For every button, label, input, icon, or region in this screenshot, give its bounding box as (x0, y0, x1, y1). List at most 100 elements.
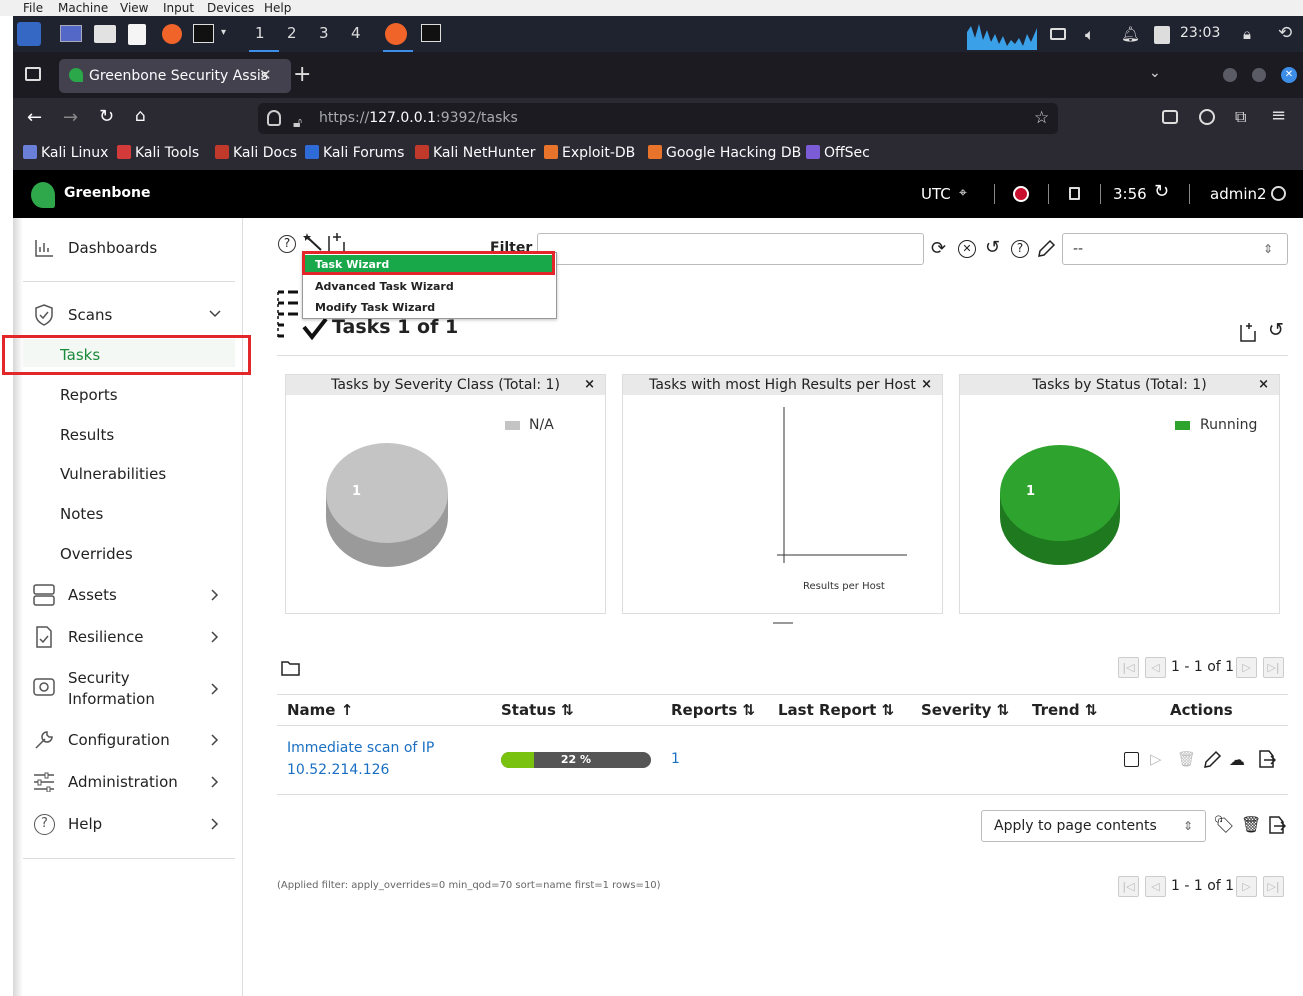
network-icon[interactable] (1050, 28, 1066, 40)
manual-icon[interactable] (1069, 187, 1080, 200)
nav-help[interactable]: Help (68, 815, 102, 833)
pager-prev-icon[interactable]: ◁ (1145, 876, 1166, 897)
menu-advanced-task-wizard[interactable]: Advanced Task Wizard (315, 280, 454, 293)
clear-filter-icon[interactable]: ✕ (958, 240, 976, 258)
tag-icon[interactable]: 🏷︎ (1213, 815, 1235, 835)
trash-icon[interactable]: 🗑︎ (1241, 815, 1261, 834)
refresh-session-icon[interactable]: ↻ (1154, 181, 1169, 202)
clipboard-icon[interactable] (1154, 26, 1170, 44)
nav-notes[interactable]: Notes (60, 505, 103, 523)
url-bar[interactable]: https://127.0.0.1:9392/tasks 🔓︎ ☆ (258, 103, 1058, 134)
workspace-2[interactable]: 2 (287, 24, 297, 42)
terminal-icon[interactable] (193, 24, 214, 43)
pager-first-icon[interactable]: |◁ (1118, 657, 1139, 678)
task-name-line1[interactable]: Immediate scan of IP (287, 740, 434, 756)
forward-arrow-icon[interactable]: → (63, 107, 78, 128)
bookmark-kali-forums[interactable]: Kali Forums (305, 145, 404, 161)
resume-task-icon[interactable]: ▷ (1150, 750, 1162, 768)
vm-menu-input[interactable]: Input (163, 0, 194, 16)
task-reports-count[interactable]: 1 (671, 751, 680, 767)
chevron-right-icon[interactable] (211, 683, 219, 695)
vm-menu-file[interactable]: File (23, 0, 43, 16)
col-reports[interactable]: Reports ⇅ (671, 701, 755, 719)
trash-icon[interactable]: 🗑︎ (1177, 750, 1196, 768)
lock-icon[interactable]: 🔒︎ (1243, 25, 1251, 43)
edit-filter-pencil-icon[interactable] (1037, 239, 1056, 258)
clone-sheep-icon[interactable]: ☁︎ (1229, 750, 1245, 769)
pager-first-icon[interactable]: |◁ (1118, 876, 1139, 897)
firefox-window-icon[interactable] (385, 23, 407, 45)
tab-close-icon[interactable]: ✕ (259, 66, 272, 84)
edit-pencil-icon[interactable] (1203, 750, 1222, 769)
back-arrow-icon[interactable]: ← (27, 107, 42, 128)
pager-next-icon[interactable]: ▷ (1236, 657, 1257, 678)
wizard-wand-icon[interactable] (303, 232, 323, 252)
export-icon[interactable] (1267, 815, 1286, 835)
col-severity[interactable]: Severity ⇅ (921, 701, 1009, 719)
bookmark-star-icon[interactable]: ☆ (1034, 103, 1049, 134)
col-trend[interactable]: Trend ⇅ (1032, 701, 1097, 719)
nav-resilience[interactable]: Resilience (68, 628, 144, 646)
nav-reports[interactable]: Reports (60, 386, 118, 404)
new-dashboard-icon[interactable] (1239, 322, 1257, 342)
bookmark-kali-tools[interactable]: Kali Tools (117, 145, 199, 161)
power-icon[interactable]: ⟲ (1278, 23, 1292, 43)
chevron-down-icon[interactable]: ▾ (221, 27, 226, 38)
col-name[interactable]: Name ↑ (287, 701, 353, 719)
window-close-icon[interactable]: ✕ (1281, 67, 1297, 83)
col-last-report[interactable]: Last Report ⇅ (778, 701, 894, 719)
pager-last-icon[interactable]: ▷| (1263, 657, 1284, 678)
close-icon[interactable]: × (921, 375, 932, 395)
nav-configuration[interactable]: Configuration (68, 731, 170, 749)
bookmark-offsec[interactable]: OffSec (806, 145, 870, 161)
reset-dashboard-icon[interactable]: ↺ (1268, 320, 1284, 340)
workspace-3[interactable]: 3 (319, 24, 329, 42)
shield-icon[interactable] (267, 110, 281, 126)
export-icon[interactable] (1257, 749, 1276, 769)
text-editor-icon[interactable] (128, 24, 146, 45)
terminal-window-icon[interactable] (421, 24, 441, 42)
vm-menu-help[interactable]: Help (264, 0, 291, 16)
location-pin-icon[interactable]: ⌖ (959, 185, 967, 201)
reset-filter-icon[interactable]: ↺ (985, 239, 1000, 257)
chevron-right-icon[interactable] (211, 818, 219, 830)
resize-handle[interactable] (773, 622, 793, 624)
taskbar-clock[interactable]: 23:03 (1180, 25, 1220, 41)
filter-help-icon[interactable]: ? (1011, 240, 1029, 258)
account-icon[interactable] (1199, 109, 1215, 125)
chevron-right-icon[interactable] (211, 631, 219, 643)
username[interactable]: admin2 (1210, 185, 1267, 203)
help-icon[interactable]: ? (278, 235, 296, 253)
workspace-1[interactable]: 1 (255, 24, 265, 42)
bookmark-kali-linux[interactable]: Kali Linux (23, 145, 108, 161)
nav-security-information-line2[interactable]: Information (68, 690, 155, 708)
kali-menu-icon[interactable] (17, 22, 41, 46)
nav-dashboards[interactable]: Dashboards (68, 239, 157, 257)
extensions-icon[interactable]: ⧉ (1235, 107, 1246, 127)
start-task-icon[interactable] (1124, 752, 1139, 767)
close-icon[interactable]: × (584, 375, 595, 395)
bookmark-exploit-db[interactable]: Exploit-DB (544, 145, 635, 161)
nav-security-information-line1[interactable]: Security (68, 669, 130, 687)
workspace-4[interactable]: 4 (351, 24, 361, 42)
refresh-filter-icon[interactable]: ⟳ (931, 240, 946, 258)
col-status[interactable]: Status ⇅ (501, 701, 574, 719)
tab-list-chevron-icon[interactable]: ⌄ (1149, 65, 1161, 81)
pager-prev-icon[interactable]: ◁ (1145, 657, 1166, 678)
filter-input[interactable] (537, 233, 924, 265)
pager-next-icon[interactable]: ▷ (1236, 876, 1257, 897)
uk-flag-icon[interactable] (1013, 186, 1029, 202)
vm-menu-devices[interactable]: Devices (207, 0, 254, 16)
hamburger-menu-icon[interactable]: ≡ (1271, 105, 1286, 126)
bookmark-kali-docs[interactable]: Kali Docs (215, 145, 297, 161)
brand-name[interactable]: Greenbone (64, 185, 150, 201)
tab-greenbone[interactable]: Greenbone Security Assis (59, 59, 291, 93)
chevron-down-icon[interactable] (209, 310, 221, 318)
nav-overrides[interactable]: Overrides (60, 545, 133, 563)
desktop-icon[interactable] (60, 25, 82, 42)
task-name-line2[interactable]: 10.52.214.126 (287, 762, 389, 778)
pocket-icon[interactable] (1162, 110, 1178, 124)
user-icon[interactable] (1271, 186, 1286, 201)
menu-modify-task-wizard[interactable]: Modify Task Wizard (315, 301, 435, 314)
file-manager-icon[interactable] (94, 25, 116, 43)
